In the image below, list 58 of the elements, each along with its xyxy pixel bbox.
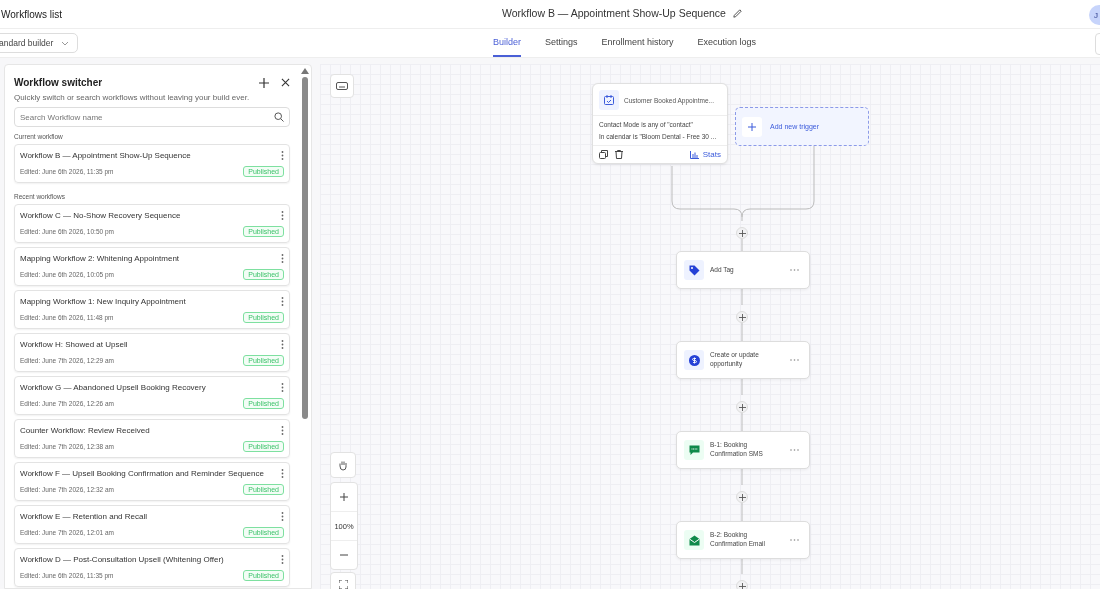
more-icon[interactable] (281, 211, 284, 220)
fit-view-icon (338, 579, 348, 589)
more-icon[interactable] (281, 426, 284, 435)
tab[interactable]: Settings (545, 29, 578, 57)
workflow-name: Workflow F — Upsell Booking Confirmation and Reminder Sequence (20, 469, 264, 478)
add-step-button[interactable] (736, 401, 748, 413)
chat-icon (688, 444, 700, 456)
workflow-name: Mapping Workflow 1: New Inquiry Appointment (20, 297, 186, 306)
dollar-icon (688, 354, 700, 366)
workflow-title: Workflow B — Appointment Show-Up Sequence (502, 7, 726, 19)
close-icon[interactable] (281, 78, 290, 87)
stats-link[interactable]: Stats (689, 150, 721, 159)
more-icon[interactable] (281, 512, 284, 521)
bar-chart-icon (689, 150, 699, 159)
envelope-icon (688, 534, 700, 546)
minus-icon (340, 554, 348, 556)
more-icon[interactable] (281, 340, 284, 349)
builder-dropdown[interactable]: andard builder (0, 33, 78, 53)
more-icon[interactable] (281, 555, 284, 564)
add-step-button[interactable] (736, 580, 748, 589)
more-icon[interactable] (281, 469, 284, 478)
workflow-name: Counter Workflow: Review Received (20, 426, 150, 435)
tag-icon (688, 264, 700, 276)
workflow-name: Mapping Workflow 2: Whitening Appointment (20, 254, 180, 263)
workflow-name: Workflow C — No-Show Recovery Sequence (20, 211, 181, 220)
user-avatar[interactable]: J (1089, 5, 1100, 25)
workflow-name: Workflow H: Showed at Upsell (20, 340, 128, 349)
search-field[interactable]: Search Workflow name (14, 107, 290, 127)
copy-icon[interactable] (599, 150, 608, 159)
more-icon[interactable] (281, 383, 284, 392)
delete-icon[interactable] (615, 150, 623, 159)
calendar-icon (599, 90, 619, 110)
panel-subtitle: Quickly switch or search workflows without leaving your build ever. (14, 93, 251, 102)
keyboard-button[interactable] (330, 74, 354, 98)
scroll-up-icon[interactable] (300, 68, 309, 74)
back-link[interactable]: Workflows list (1, 8, 62, 20)
scrollbar-thumb[interactable] (301, 77, 308, 419)
edit-icon[interactable] (731, 7, 743, 19)
tab[interactable]: Enrollment history (601, 29, 674, 57)
workflow-name: Workflow G — Abandoned Upsell Booking Recovery (20, 383, 206, 392)
panel-title: Workflow switcher (14, 77, 104, 88)
chevron-icon (61, 40, 69, 46)
more-icon[interactable] (281, 254, 284, 263)
tab[interactable]: Execution logs (697, 29, 757, 57)
plus-icon (748, 122, 756, 131)
add-step-button[interactable] (736, 227, 748, 239)
plus-icon (340, 493, 348, 501)
more-icon[interactable] (281, 297, 284, 306)
more-icon[interactable] (281, 151, 284, 160)
workflow-name: Workflow B — Appointment Show-Up Sequence (20, 151, 191, 160)
add-step-button[interactable] (736, 311, 748, 323)
workflow-name: Workflow D — Post-Consultation Upsell (Whitening Offer) (20, 555, 224, 564)
add-icon[interactable] (259, 77, 269, 88)
keyboard-icon (336, 82, 348, 90)
search-icon (274, 112, 284, 122)
fit-view-button[interactable] (330, 572, 356, 589)
workflow-name: Workflow E — Retention and Recall (20, 512, 148, 521)
add-step-button[interactable] (736, 491, 748, 503)
